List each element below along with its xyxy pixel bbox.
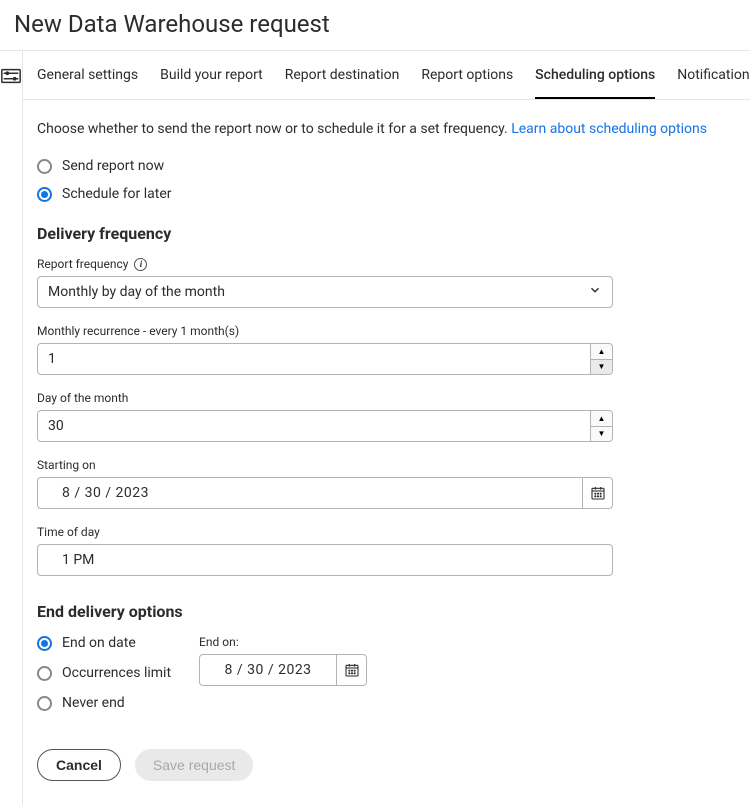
radio-icon [37, 696, 52, 711]
info-icon[interactable]: i [134, 258, 147, 271]
stepper-value: 1 [38, 351, 590, 367]
radio-icon [37, 159, 52, 174]
tab-build-your-report[interactable]: Build your report [160, 67, 263, 99]
footer-actions: Cancel Save request [37, 749, 750, 781]
radio-label: Never end [62, 695, 125, 711]
end-radio-group: End on date Occurrences limit Never end [37, 635, 171, 725]
radio-label: Schedule for later [62, 186, 172, 202]
tab-notification-email[interactable]: Notification email [677, 67, 750, 99]
section-description: Choose whether to send the report now or… [37, 118, 750, 140]
day-of-month-label: Day of the month [37, 391, 750, 405]
end-on-label: End on: [199, 635, 367, 649]
when-radio-group: Send report now Schedule for later [37, 158, 750, 202]
calendar-icon [590, 485, 606, 501]
learn-link[interactable]: Learn about scheduling options [511, 121, 707, 137]
radio-label: End on date [62, 635, 136, 651]
monthly-recurrence-stepper[interactable]: 1 ▲ ▼ [37, 343, 613, 375]
page-title: New Data Warehouse request [14, 10, 736, 38]
delivery-frequency-title: Delivery frequency [37, 224, 750, 243]
radio-icon [37, 636, 52, 651]
time-of-day-label: Time of day [37, 525, 750, 539]
left-rail [0, 51, 23, 805]
tabs: General settings Build your report Repor… [23, 51, 750, 100]
report-frequency-select[interactable]: Monthly by day of the month [37, 276, 613, 308]
tab-report-destination[interactable]: Report destination [285, 67, 400, 99]
end-on-input[interactable]: 8 / 30 / 2023 [199, 654, 367, 686]
radio-occurrences-limit[interactable]: Occurrences limit [37, 665, 171, 681]
save-request-button: Save request [135, 749, 254, 781]
radio-icon [37, 187, 52, 202]
stepper-down-button[interactable]: ▼ [591, 360, 612, 375]
starting-on-input[interactable]: 8 / 30 / 2023 [37, 477, 613, 509]
stepper-down-button[interactable]: ▼ [591, 427, 612, 442]
calendar-button[interactable] [336, 655, 366, 685]
cancel-button[interactable]: Cancel [37, 749, 121, 781]
select-value: Monthly by day of the month [48, 284, 225, 300]
stepper-up-button[interactable]: ▲ [591, 344, 612, 360]
radio-label: Occurrences limit [62, 665, 171, 681]
end-delivery-title: End delivery options [37, 602, 750, 621]
tab-report-options[interactable]: Report options [421, 67, 513, 99]
radio-label: Send report now [62, 158, 164, 174]
calendar-icon [344, 662, 360, 678]
tab-general-settings[interactable]: General settings [37, 67, 138, 99]
date-value: 8 / 30 / 2023 [38, 485, 582, 501]
report-frequency-label: Report frequency i [37, 257, 750, 271]
radio-never-end[interactable]: Never end [37, 695, 171, 711]
radio-end-on-date[interactable]: End on date [37, 635, 171, 651]
input-value: 1 PM [62, 552, 94, 568]
rail-settings-icon[interactable] [0, 72, 22, 91]
tab-scheduling-options[interactable]: Scheduling options [535, 67, 655, 99]
chevron-down-icon [588, 283, 602, 301]
day-of-month-stepper[interactable]: 30 ▲ ▼ [37, 410, 613, 442]
stepper-up-button[interactable]: ▲ [591, 411, 612, 427]
calendar-button[interactable] [582, 478, 612, 508]
time-of-day-input[interactable]: 1 PM [37, 544, 613, 576]
page-header: New Data Warehouse request [0, 0, 750, 51]
radio-schedule-later[interactable]: Schedule for later [37, 186, 750, 202]
monthly-recurrence-label: Monthly recurrence - every 1 month(s) [37, 324, 750, 338]
starting-on-label: Starting on [37, 458, 750, 472]
description-text: Choose whether to send the report now or… [37, 121, 511, 137]
radio-icon [37, 666, 52, 681]
radio-send-now[interactable]: Send report now [37, 158, 750, 174]
stepper-value: 30 [38, 418, 590, 434]
date-value: 8 / 30 / 2023 [200, 662, 336, 678]
